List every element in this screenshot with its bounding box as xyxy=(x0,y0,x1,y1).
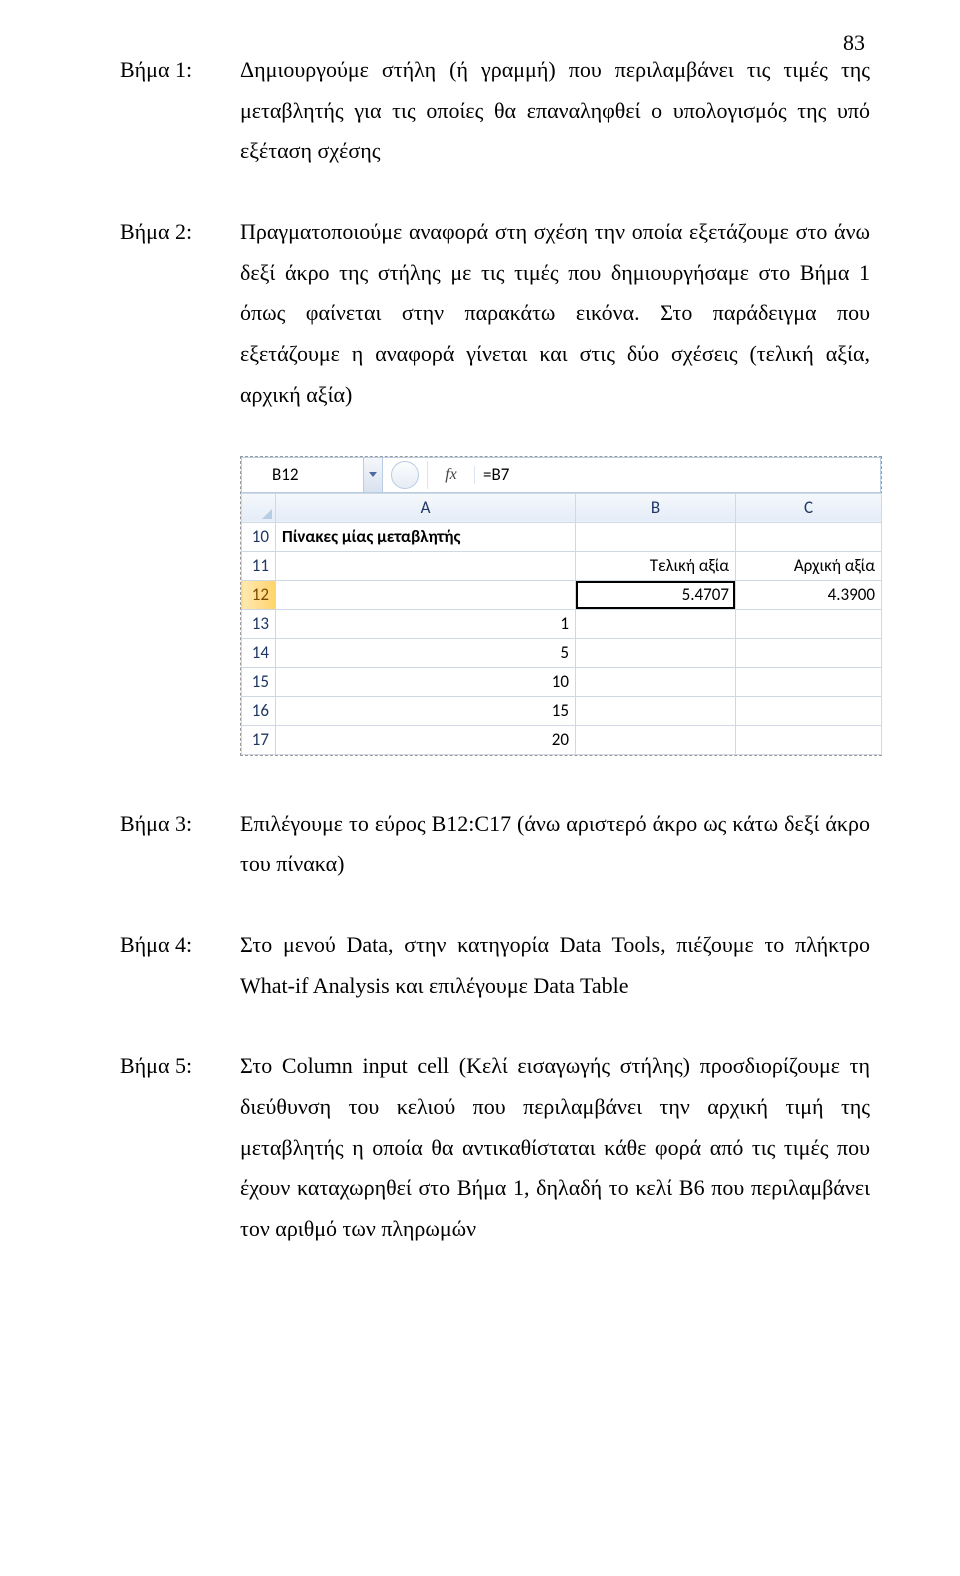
cell-B16[interactable] xyxy=(576,696,736,725)
row-header[interactable]: 12 xyxy=(242,580,276,609)
cell-C15[interactable] xyxy=(736,667,882,696)
cell-C17[interactable] xyxy=(736,725,882,754)
row-header[interactable]: 16 xyxy=(242,696,276,725)
step-4-text: Στο μενού Data, στην κατηγορία Data Tool… xyxy=(240,925,870,1006)
cell-C12[interactable]: 4.3900 xyxy=(736,580,882,609)
step-3-text: Επιλέγουμε το εύρος B12:C17 (άνω αριστερ… xyxy=(240,804,870,885)
chevron-down-icon[interactable] xyxy=(363,458,382,492)
cell-B15[interactable] xyxy=(576,667,736,696)
row-header[interactable]: 11 xyxy=(242,551,276,580)
row-header[interactable]: 14 xyxy=(242,638,276,667)
cell-C11[interactable]: Αρχική αξία xyxy=(736,551,882,580)
cell-B14[interactable] xyxy=(576,638,736,667)
cell-A12[interactable] xyxy=(276,580,576,609)
cell-C14[interactable] xyxy=(736,638,882,667)
step-4: Βήμα 4: Στο μενού Data, στην κατηγορία D… xyxy=(120,925,870,1006)
page-number: 83 xyxy=(843,30,865,56)
row-header[interactable]: 10 xyxy=(242,522,276,551)
fx-icon[interactable]: fx xyxy=(428,466,475,484)
cell-C16[interactable] xyxy=(736,696,882,725)
cell-B13[interactable] xyxy=(576,609,736,638)
cell-C13[interactable] xyxy=(736,609,882,638)
step-1-label: Βήμα 1: xyxy=(120,50,240,172)
step-2: Βήμα 2: Πραγματοποιούμε αναφορά στη σχέσ… xyxy=(120,212,870,415)
cell-B17[interactable] xyxy=(576,725,736,754)
step-4-label: Βήμα 4: xyxy=(120,925,240,1006)
row-header[interactable]: 17 xyxy=(242,725,276,754)
cell-A16[interactable]: 15 xyxy=(276,696,576,725)
step-5: Βήμα 5: Στο Column input cell (Κελί εισα… xyxy=(120,1046,870,1249)
name-box[interactable]: B12 xyxy=(241,457,383,493)
excel-screenshot: B12 fx =B7 A xyxy=(240,456,882,756)
row-header[interactable]: 13 xyxy=(242,609,276,638)
cell-A14[interactable]: 5 xyxy=(276,638,576,667)
col-header-C[interactable]: C xyxy=(736,493,882,522)
spreadsheet-grid[interactable]: A B C 10 Πίνακες μίας μεταβλητής 11 Τελι… xyxy=(241,493,882,755)
cell-A17[interactable]: 20 xyxy=(276,725,576,754)
step-1-text: Δημιουργούμε στήλη (ή γραμμή) που περιλα… xyxy=(240,50,870,172)
name-box-value: B12 xyxy=(242,464,298,485)
cell-A15[interactable]: 10 xyxy=(276,667,576,696)
col-header-A[interactable]: A xyxy=(276,493,576,522)
cell-C10[interactable] xyxy=(736,522,882,551)
cell-B11[interactable]: Τελική αξία xyxy=(576,551,736,580)
cell-A10[interactable]: Πίνακες μίας μεταβλητής xyxy=(276,522,576,551)
step-5-label: Βήμα 5: xyxy=(120,1046,240,1249)
select-all-corner[interactable] xyxy=(242,493,276,522)
col-header-B[interactable]: B xyxy=(576,493,736,522)
cancel-enter-area xyxy=(383,461,428,489)
step-5-text: Στο Column input cell (Κελί εισαγωγής στ… xyxy=(240,1046,870,1249)
step-3-label: Βήμα 3: xyxy=(120,804,240,885)
step-2-label: Βήμα 2: xyxy=(120,212,240,415)
cell-B10[interactable] xyxy=(576,522,736,551)
row-header[interactable]: 15 xyxy=(242,667,276,696)
cell-B12[interactable]: 5.4707 xyxy=(576,580,736,609)
step-1: Βήμα 1: Δημιουργούμε στήλη (ή γραμμή) πο… xyxy=(120,50,870,172)
formula-bar[interactable]: =B7 xyxy=(475,464,509,485)
step-3: Βήμα 3: Επιλέγουμε το εύρος B12:C17 (άνω… xyxy=(120,804,870,885)
cell-A11[interactable] xyxy=(276,551,576,580)
cell-A13[interactable]: 1 xyxy=(276,609,576,638)
step-2-text: Πραγματοποιούμε αναφορά στη σχέση την οπ… xyxy=(240,212,870,415)
